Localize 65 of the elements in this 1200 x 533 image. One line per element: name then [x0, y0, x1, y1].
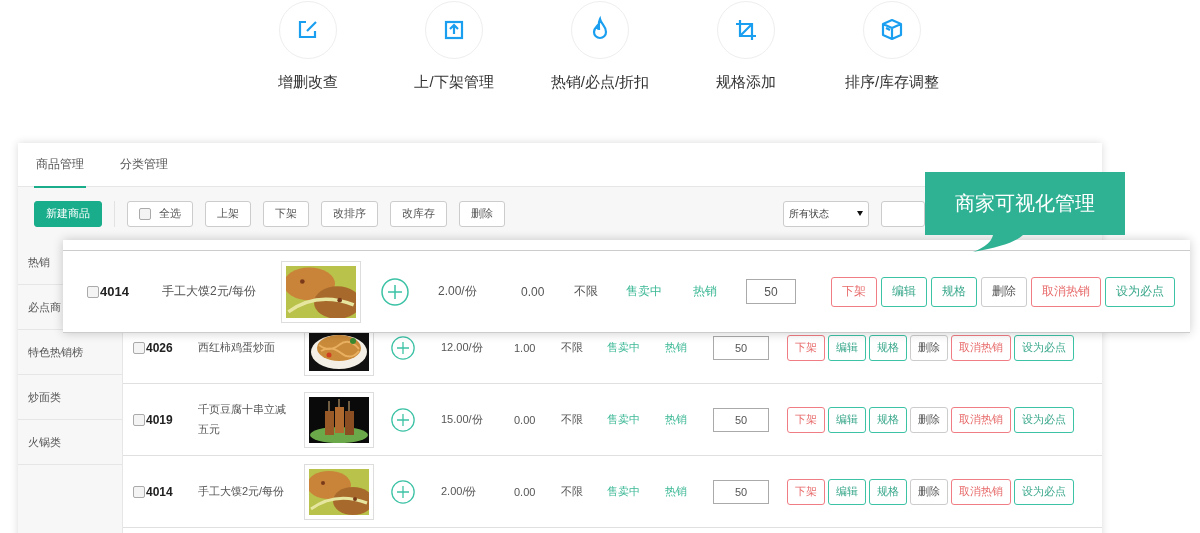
tab[interactable]: 分类管理 — [118, 143, 170, 188]
action-button[interactable]: 删除 — [910, 406, 948, 433]
tag: 热销 — [665, 412, 713, 427]
product-name: 手工大馍2元/每份 — [162, 282, 257, 300]
product-name: 手工大馍2元/每份 — [198, 483, 286, 499]
product-name: 千页豆腐十串立减五元 — [198, 401, 287, 437]
add-icon[interactable] — [391, 479, 415, 504]
toolbar-button[interactable]: 上架 — [205, 200, 251, 227]
feature-label: 排序/库存调整 — [844, 73, 940, 92]
select-all-button[interactable]: 全选 — [127, 200, 193, 227]
quantity-field[interactable]: 50 — [713, 407, 769, 432]
status: 售卖中 — [607, 340, 641, 355]
toolbar-button[interactable]: 删除 — [459, 200, 505, 227]
feature-label: 增删改查 — [278, 73, 338, 92]
product-name: 西红柿鸡蛋炒面 — [198, 339, 276, 355]
add-icon[interactable] — [391, 335, 415, 360]
stock: 不限 — [574, 283, 599, 300]
table-cell-text: 0.00 — [514, 413, 537, 426]
feature-label: 上/下架管理 — [414, 73, 494, 92]
quantity-field[interactable]: 50 — [713, 335, 769, 360]
toolbar-button[interactable]: 下架 — [263, 200, 309, 227]
feature-label: 规格添加 — [716, 73, 776, 92]
table-cell-text: 1.00 — [514, 341, 537, 354]
status: 售卖中 — [626, 283, 663, 300]
price: 2.00/份 — [438, 283, 478, 300]
row-checkbox[interactable] — [133, 413, 145, 426]
tooltip-tail — [973, 235, 1023, 252]
row-checkbox[interactable] — [133, 485, 145, 498]
price: 2.00/份 — [441, 484, 478, 499]
action-button[interactable]: 删除 — [910, 334, 948, 361]
status: 售卖中 — [607, 484, 641, 499]
quantity-field[interactable]: 50 — [713, 479, 769, 504]
product-id: 4014 — [100, 284, 129, 299]
toolbar-button[interactable]: 改排序 — [321, 200, 378, 227]
product-id: 4014 — [146, 484, 173, 499]
sidebar-item[interactable]: 炒面类 — [28, 389, 61, 405]
stock: 不限 — [561, 412, 584, 427]
action-button[interactable]: 删除 — [981, 276, 1027, 307]
action-button[interactable]: 删除 — [910, 478, 948, 505]
price: 12.00/份 — [441, 340, 484, 355]
sidebar-item[interactable]: 必点商 — [28, 299, 61, 315]
sidebar-item[interactable]: 热销 — [28, 254, 50, 270]
quantity-field[interactable]: 50 — [746, 279, 796, 304]
search-field[interactable] — [881, 200, 925, 227]
toolbar-button[interactable]: 改库存 — [390, 200, 447, 227]
product-id: 4026 — [146, 340, 173, 355]
row-checkbox[interactable] — [133, 341, 145, 354]
sidebar-item[interactable]: 火锅类 — [28, 434, 61, 450]
stock: 不限 — [561, 340, 584, 355]
add-icon[interactable] — [381, 277, 409, 306]
add-icon[interactable] — [391, 407, 415, 432]
row-checkbox[interactable] — [87, 285, 99, 298]
sidebar-item[interactable]: 特色热销榜 — [28, 344, 83, 360]
table-cell-text: 0.00 — [521, 284, 546, 299]
tag: 热销 — [665, 484, 713, 499]
tag: 热销 — [665, 340, 713, 355]
table-cell-text: 0.00 — [514, 485, 537, 498]
checkbox[interactable] — [139, 207, 151, 220]
product-id: 4019 — [146, 412, 173, 427]
price: 15.00/份 — [441, 412, 484, 427]
stock: 不限 — [561, 484, 584, 499]
status-select[interactable]: 所有状态 — [783, 200, 869, 227]
feature-label: 热销/必点/折扣 — [550, 73, 650, 92]
tag: 热销 — [693, 283, 746, 300]
status: 售卖中 — [607, 412, 641, 427]
